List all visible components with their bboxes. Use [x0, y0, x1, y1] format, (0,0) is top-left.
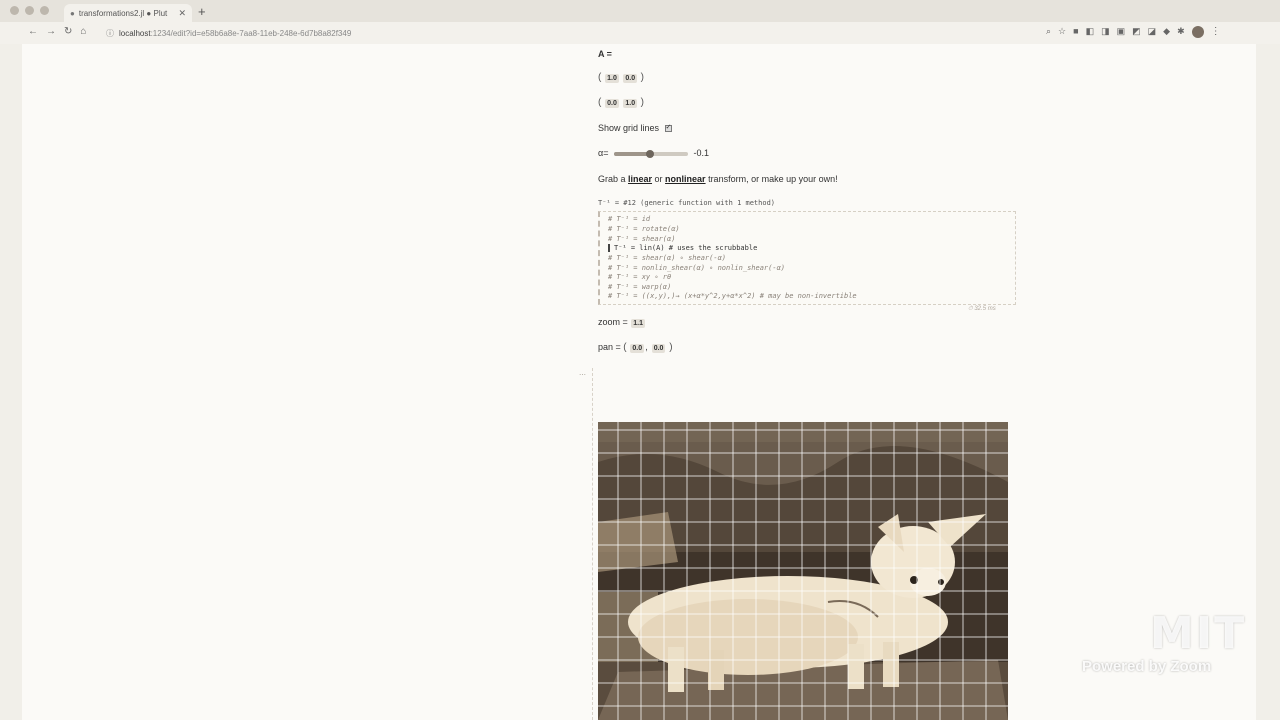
code-cell[interactable]: # T⁻¹ = id # T⁻¹ = rotate(α) # T⁻¹ = she…	[598, 211, 1016, 305]
pan-y-value[interactable]: 0.0	[651, 344, 666, 353]
extensions-toolbar: ⌕ ☆ ■ ◧ ◨ ▣ ◩ ◪ ◆ ✱ ⋮	[1046, 26, 1221, 38]
show-grid-label: Show grid lines	[598, 123, 660, 133]
address-bar[interactable]: ⓘ localhost:1234/edit?id=e58b6a8e-7aa8-1…	[102, 25, 1032, 41]
code-line[interactable]: # T⁻¹ = shear(α) ∘ shear(-α)	[608, 254, 726, 262]
extension-icon[interactable]: ◨	[1101, 26, 1110, 38]
mit-logo-watermark: MIT	[1150, 608, 1247, 659]
pan-row: pan = ( 0.0, 0.0 )	[598, 342, 673, 353]
matrix-entry[interactable]: 1.0	[605, 74, 619, 83]
code-line[interactable]: # T⁻¹ = rotate(α)	[608, 225, 680, 233]
alpha-value: -0.1	[693, 148, 710, 158]
matrix-label: A =	[598, 49, 612, 59]
extension-icon[interactable]: ◪	[1148, 26, 1157, 38]
code-line[interactable]: # T⁻¹ = shear(α)	[608, 235, 675, 243]
maximize-window-icon[interactable]	[40, 6, 49, 15]
zoom-label: zoom =	[598, 317, 631, 327]
window-controls	[10, 6, 49, 15]
url-path: :1234/edit?id=e58b6a8e-7aa8-11eb-248e-6d…	[150, 28, 352, 38]
alpha-label: α=	[598, 148, 609, 158]
pluto-favicon-icon: ●	[70, 8, 75, 18]
reload-icon[interactable]: ↻	[64, 26, 72, 37]
corgi-photo-svg	[598, 422, 1008, 720]
url-host: localhost	[119, 28, 151, 38]
browser-chrome: ● transformations2.jl ● Plut ✕ + ← → ↻ ⌂…	[0, 0, 1280, 44]
alpha-slider[interactable]	[613, 149, 688, 158]
back-icon[interactable]: ←	[28, 26, 38, 37]
avatar[interactable]	[1191, 26, 1204, 38]
minimize-window-icon[interactable]	[25, 6, 34, 15]
site-info-icon[interactable]: ⓘ	[106, 28, 114, 39]
search-icon[interactable]: ⌕	[1046, 26, 1051, 38]
code-line-active[interactable]: T⁻¹ = lin(A) # uses the scrubbable	[608, 244, 757, 252]
zoom-value[interactable]: 1.1	[631, 319, 645, 328]
menu-icon[interactable]: ⋮	[1211, 26, 1221, 38]
show-grid-row: Show grid lines	[598, 123, 672, 133]
show-grid-checkbox[interactable]	[664, 123, 672, 133]
extension-icon[interactable]: ◧	[1086, 26, 1095, 38]
matrix-entry[interactable]: 0.0	[623, 74, 638, 83]
cell-output: T⁻¹ = #12 (generic function with 1 metho…	[598, 199, 776, 207]
alpha-slider-handle[interactable]	[645, 149, 654, 158]
transformed-image[interactable]	[598, 422, 1008, 720]
home-icon[interactable]: ⌂	[80, 26, 86, 37]
close-window-icon[interactable]	[10, 6, 19, 15]
zoom-row: zoom = 1.1	[598, 317, 646, 328]
pan-x-value[interactable]: 0.0	[630, 344, 645, 353]
new-tab-icon[interactable]: +	[198, 4, 206, 20]
powered-by-zoom-watermark: Powered by Zoom	[1082, 658, 1212, 675]
extension-icon[interactable]: ◆	[1163, 26, 1170, 38]
grab-transform-text: Grab a linear or nonlinear transform, or…	[598, 174, 838, 184]
code-line[interactable]: # T⁻¹ = xy ∘ rθ	[608, 273, 671, 281]
alpha-slider-fill	[613, 151, 650, 156]
extension-icon[interactable]: ■	[1073, 26, 1078, 38]
puzzle-icon[interactable]: ✱	[1177, 26, 1185, 38]
tab-title: transformations2.jl ● Plut	[78, 8, 168, 18]
matrix-entry[interactable]: 0.0	[605, 99, 619, 108]
cell-gutter	[592, 368, 594, 720]
nonlinear-link[interactable]: nonlinear	[665, 174, 706, 184]
cell-drag-handle-icon[interactable]: ⋯	[579, 371, 586, 379]
linear-link[interactable]: linear	[628, 174, 652, 184]
extension-icon[interactable]: ◩	[1132, 26, 1141, 38]
code-line[interactable]: # T⁻¹ = warp(α)	[608, 283, 671, 291]
code-line[interactable]: # T⁻¹ = ((x,y),)→ (x+α*y^2,y+α*x^2) # ma…	[608, 292, 857, 300]
close-tab-icon[interactable]: ✕	[178, 8, 186, 19]
browser-tab[interactable]: ● transformations2.jl ● Plut ✕	[64, 4, 192, 22]
text-cursor	[608, 244, 610, 252]
runtime-label: ⏱ 32.5 ms	[968, 306, 996, 312]
extension-icon[interactable]: ▣	[1117, 26, 1126, 38]
navigation-bar: ← → ↻ ⌂ ⓘ localhost:1234/edit?id=e58b6a8…	[0, 22, 1280, 44]
bookmark-star-icon[interactable]: ☆	[1058, 26, 1066, 38]
matrix-entry[interactable]: 1.0	[623, 99, 638, 108]
matrix-row-2: ( 0.0 1.0 )	[598, 97, 644, 108]
nav-buttons: ← → ↻ ⌂	[28, 26, 86, 37]
code-line[interactable]: # T⁻¹ = nonlin_shear(α) ∘ nonlin_shear(-…	[608, 264, 785, 272]
pan-label: pan =	[598, 342, 624, 352]
matrix-row-1: ( 1.0 0.0 )	[598, 72, 644, 83]
tab-bar: ● transformations2.jl ● Plut ✕ +	[0, 0, 1280, 22]
alpha-row: α= -0.1	[598, 148, 709, 158]
forward-icon[interactable]: →	[46, 26, 56, 37]
code-line[interactable]: # T⁻¹ = id	[608, 215, 650, 223]
